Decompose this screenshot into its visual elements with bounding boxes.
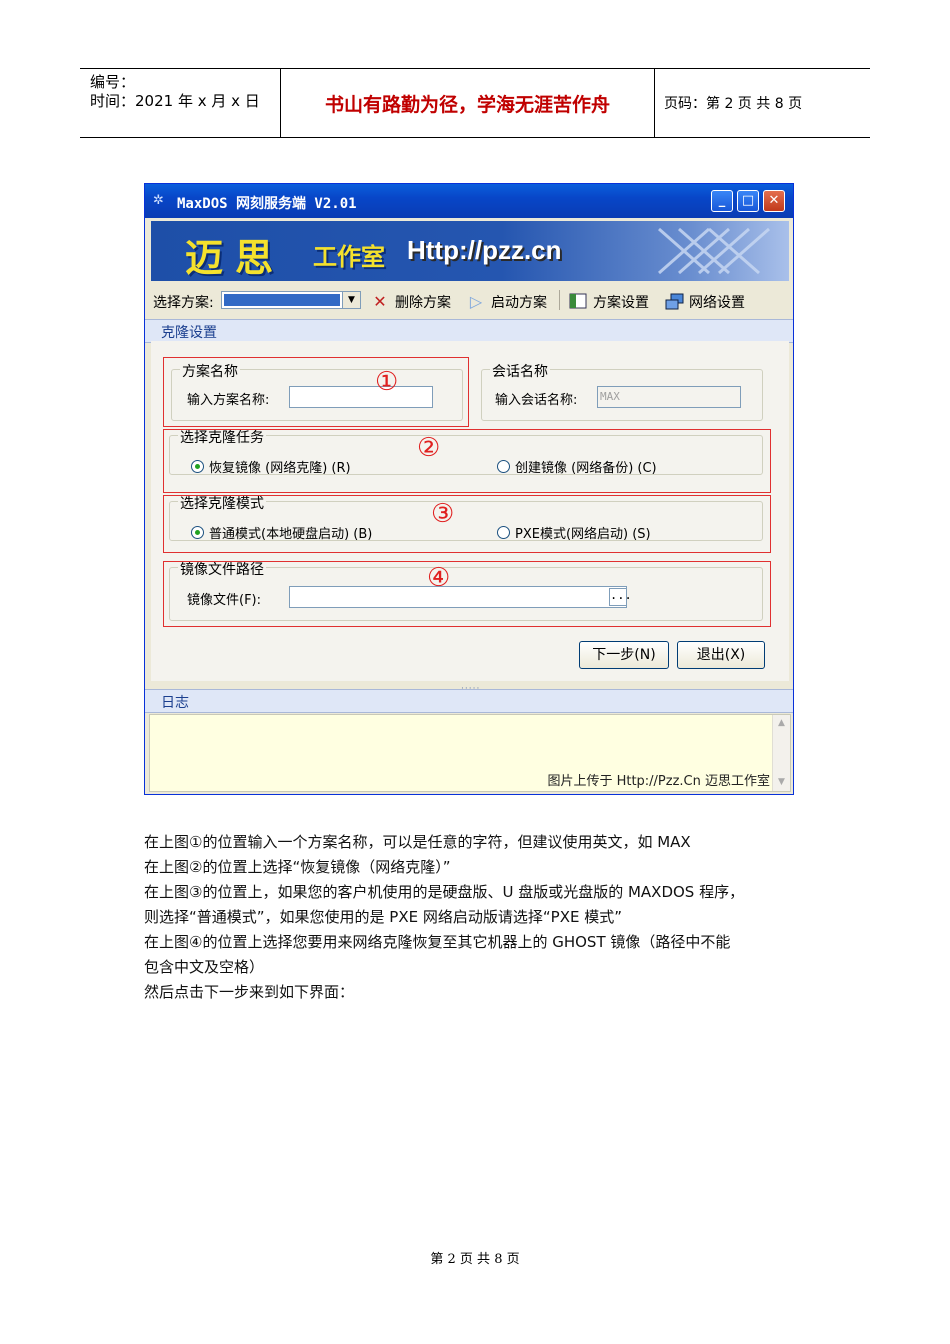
- paragraph-line: 在上图①的位置输入一个方案名称，可以是任意的字符，但建议使用英文，如 MAX: [144, 833, 691, 851]
- banner-studio: 工作室: [313, 243, 385, 271]
- select-scheme-label: 选择方案:: [153, 295, 214, 311]
- create-image-radio[interactable]: [497, 460, 510, 473]
- marker-2: ②: [417, 433, 441, 463]
- delete-icon: ✕: [373, 292, 387, 311]
- app-icon: ✲: [153, 193, 164, 208]
- scheme-select[interactable]: ▼: [221, 291, 361, 309]
- marker-3: ③: [431, 499, 455, 529]
- delete-scheme-label: 删除方案: [395, 295, 451, 311]
- session-name-legend: 会话名称: [490, 361, 550, 381]
- start-scheme-label: 启动方案: [491, 295, 547, 311]
- restore-image-radio[interactable]: [191, 460, 204, 473]
- chevron-down-icon[interactable]: ▼: [342, 292, 360, 308]
- body-text: 在上图①的位置输入一个方案名称，可以是任意的字符，但建议使用英文，如 MAX 在…: [144, 830, 844, 1005]
- title-bar[interactable]: ✲ MaxDOS 网刻服务端 V2.01 _ □ ✕: [145, 184, 793, 218]
- log-scrollbar[interactable]: ▲ ▼: [772, 715, 790, 791]
- minimize-button[interactable]: _: [711, 190, 733, 212]
- image-file-label: 镜像文件(F):: [187, 593, 262, 608]
- session-name-label: 输入会话名称:: [495, 393, 578, 408]
- header-page-info: 页码：第 2 页 共 8 页: [664, 96, 803, 112]
- marker-1: ①: [375, 367, 399, 397]
- page-footer: 第 2 页 共 8 页: [430, 1252, 520, 1267]
- brand-banner: 迈思 工作室 Http://pzz.cn: [151, 221, 789, 281]
- scroll-up-icon[interactable]: ▲: [774, 716, 789, 731]
- window-settings-icon: [569, 293, 587, 311]
- network-settings-button[interactable]: 网络设置: [665, 292, 745, 312]
- session-name-input[interactable]: MAX: [597, 386, 741, 408]
- paragraph-line: 在上图③的位置上，如果您的客户机使用的是硬盘版、U 盘版或光盘版的 MAXDOS…: [144, 883, 745, 901]
- play-icon: ▷: [469, 292, 483, 311]
- banner-decoration-icon: [658, 227, 770, 275]
- scheme-settings-label: 方案设置: [593, 295, 649, 311]
- scheme-settings-button[interactable]: 方案设置: [569, 292, 649, 312]
- header-divider: [654, 69, 655, 137]
- pxe-mode-label[interactable]: PXE模式(网络启动) (S): [515, 523, 651, 542]
- delete-scheme-button[interactable]: ✕ 删除方案: [371, 292, 451, 312]
- browse-button[interactable]: ...: [609, 588, 632, 606]
- toolbar-separator: [559, 290, 560, 310]
- highlight-box-1: [163, 357, 469, 427]
- network-icon: [665, 293, 684, 311]
- scheme-select-value: [224, 294, 340, 306]
- maxdos-window: ✲ MaxDOS 网刻服务端 V2.01 _ □ ✕ 迈思 工作室 Http:/…: [144, 183, 794, 795]
- paragraph-line: 然后点击下一步来到如下界面：: [144, 983, 355, 1001]
- banner-url: Http://pzz.cn: [407, 235, 562, 265]
- document-header: 编号： 时间：2021 年 x 月 x 日 书山有路勤为径，学海无涯苦作舟 页码…: [80, 68, 870, 138]
- normal-mode-radio[interactable]: [191, 526, 204, 539]
- banner-logo: 迈思: [185, 236, 286, 280]
- log-header[interactable]: 日志: [145, 689, 793, 713]
- normal-mode-label[interactable]: 普通模式(本地硬盘启动) (B): [209, 523, 372, 542]
- log-area[interactable]: ▲ ▼ 图片上传于 Http://Pzz.Cn 迈思工作室: [149, 714, 791, 792]
- close-button[interactable]: ✕: [763, 190, 785, 212]
- next-step-button[interactable]: 下一步(N): [579, 641, 669, 669]
- maximize-button[interactable]: □: [737, 190, 759, 212]
- start-scheme-button[interactable]: ▷ 启动方案: [467, 292, 547, 312]
- window-title: MaxDOS 网刻服务端 V2.01: [177, 196, 357, 212]
- paragraph-line: 在上图②的位置上选择“恢复镜像（网络克隆）”: [144, 858, 451, 876]
- network-settings-label: 网络设置: [689, 295, 745, 311]
- restore-image-label[interactable]: 恢复镜像 (网络克隆) (R): [209, 457, 351, 476]
- watermark-text: 图片上传于 Http://Pzz.Cn 迈思工作室: [547, 774, 770, 789]
- image-file-input[interactable]: [289, 586, 627, 608]
- scroll-down-icon[interactable]: ▼: [774, 775, 789, 790]
- clone-settings-title: 克隆设置: [161, 325, 217, 341]
- paragraph-line: 则选择“普通模式”，如果您使用的是 PXE 网络启动版请选择“PXE 模式”: [144, 908, 622, 926]
- exit-button[interactable]: 退出(X): [677, 641, 765, 669]
- marker-4: ④: [427, 563, 451, 593]
- log-title: 日志: [161, 695, 189, 711]
- paragraph-line: 包含中文及空格）: [144, 958, 265, 976]
- clone-settings-panel: 方案名称 输入方案名称: ① 会话名称 输入会话名称: MAX 选择克隆任务 恢…: [151, 341, 789, 681]
- header-motto: 书山有路勤为径，学海无涯苦作舟: [324, 93, 610, 116]
- paragraph-line: 在上图④的位置上选择您要用来网络克隆恢复至其它机器上的 GHOST 镜像（路径中…: [144, 933, 731, 951]
- time-label: 时间：2021 年 x 月 x 日: [90, 92, 260, 110]
- create-image-label[interactable]: 创建镜像 (网络备份) (C): [515, 457, 657, 476]
- pxe-mode-radio[interactable]: [497, 526, 510, 539]
- clone-settings-header[interactable]: 克隆设置: [145, 319, 793, 343]
- toolbar: 选择方案: ▼ ✕ 删除方案 ▷ 启动方案 方案设置 网络设置: [145, 284, 793, 316]
- header-meta: 编号： 时间：2021 年 x 月 x 日: [90, 73, 260, 111]
- code-label: 编号：: [90, 73, 136, 91]
